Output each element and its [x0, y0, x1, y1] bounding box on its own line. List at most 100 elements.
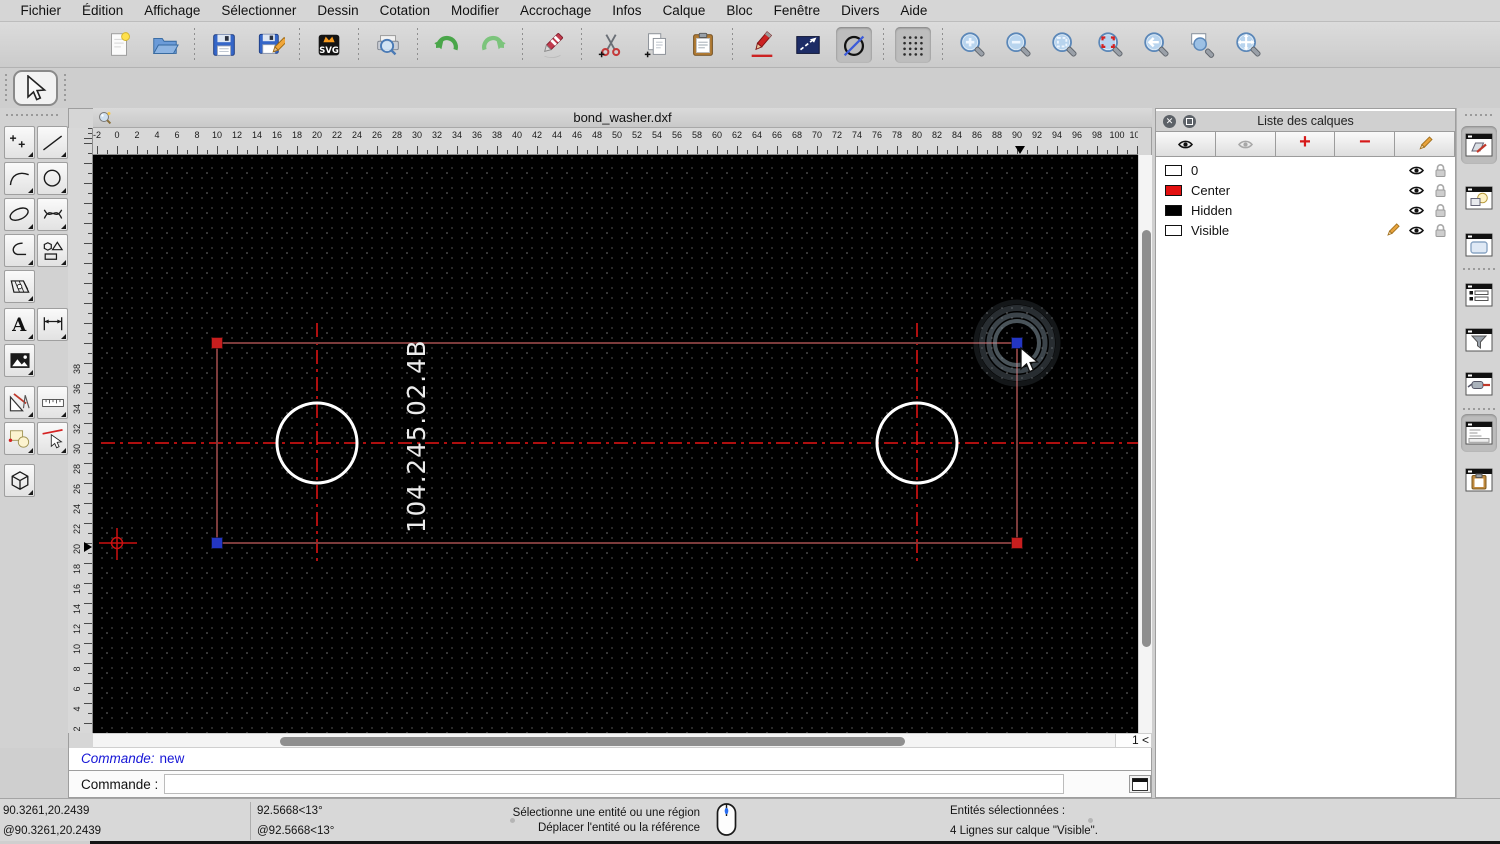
ellipse-tool-button[interactable] — [4, 198, 35, 231]
horizontal-scrollbar[interactable] — [93, 733, 1115, 748]
add-layer-button[interactable]: + — [1275, 131, 1336, 157]
layer-row-center[interactable]: Center — [1156, 180, 1455, 200]
zoom-pan-button[interactable] — [1230, 27, 1266, 63]
layer-color-swatch[interactable] — [1165, 225, 1182, 236]
spline-tool-button[interactable] — [37, 198, 68, 231]
polygon-tool-button[interactable] — [37, 234, 68, 267]
layer-panel-titlebar[interactable]: Liste des calques ✕ — [1156, 111, 1455, 131]
hatch-tool-button[interactable] — [4, 270, 35, 303]
command-widget-dock-button[interactable] — [1461, 414, 1497, 452]
selection-filter-dock-button[interactable] — [1461, 321, 1497, 359]
dimension-tool-button[interactable] — [37, 308, 68, 341]
menu-dessin[interactable]: Dessin — [307, 0, 369, 22]
modify-tool-button[interactable] — [37, 422, 68, 455]
image-tool-button[interactable] — [4, 344, 35, 377]
edit-pen-button[interactable] — [744, 27, 780, 63]
library-browser-dock-button[interactable] — [1461, 226, 1497, 264]
entity-list-dock-button[interactable] — [1461, 276, 1497, 314]
menu-infos[interactable]: Infos — [602, 0, 652, 22]
block-list-dock-button[interactable] — [1461, 179, 1497, 217]
layer-visibility-eye-icon[interactable] — [1407, 224, 1425, 237]
line-tool-button[interactable] — [37, 126, 68, 159]
ruler-tool-tool-button[interactable] — [37, 386, 68, 419]
circle-tool-button[interactable] — [37, 162, 68, 195]
menu-calque[interactable]: Calque — [652, 0, 716, 22]
entity-handle[interactable] — [212, 338, 223, 349]
menu-selectionner[interactable]: Sélectionner — [211, 0, 307, 22]
command-input[interactable] — [164, 774, 1064, 794]
layer-color-swatch[interactable] — [1165, 205, 1182, 216]
open-file-button[interactable] — [147, 27, 183, 63]
export-svg-button[interactable]: SVG — [311, 27, 347, 63]
menu-bloc[interactable]: Bloc — [716, 0, 763, 22]
layer-list-dock-button[interactable] — [1461, 126, 1497, 164]
line-attributes-button[interactable] — [790, 27, 826, 63]
redo-button[interactable] — [475, 27, 511, 63]
grid-toggle-button[interactable] — [895, 27, 931, 63]
zoom-in-button[interactable] — [954, 27, 990, 63]
save-as-button[interactable] — [252, 27, 288, 63]
selection-tool-button[interactable] — [13, 70, 58, 106]
zoom-out-button[interactable] — [1000, 27, 1036, 63]
layer-lock-icon[interactable] — [1431, 223, 1449, 238]
menu-aide[interactable]: Aide — [890, 0, 938, 22]
remove-layer-button[interactable]: − — [1334, 131, 1395, 157]
command-window-toggle-button[interactable] — [1129, 775, 1151, 793]
annotation-text[interactable]: 104.245.02.4B — [402, 340, 431, 533]
menu-cotation[interactable]: Cotation — [369, 0, 440, 22]
menu-fichier[interactable]: Fichier — [10, 0, 72, 22]
horizontal-scrollbar-thumb[interactable] — [280, 737, 905, 746]
layer-row-hidden[interactable]: Hidden — [1156, 200, 1455, 220]
zoom-auto-button[interactable] — [1046, 27, 1082, 63]
menu-accrochage[interactable]: Accrochage — [509, 0, 601, 22]
menu-divers[interactable]: Divers — [831, 0, 890, 22]
layer-color-swatch[interactable] — [1165, 185, 1182, 196]
float-panel-icon[interactable] — [1183, 115, 1196, 128]
zoom-window-button[interactable] — [1184, 27, 1220, 63]
entity-handle[interactable] — [212, 538, 223, 549]
paste-button[interactable] — [685, 27, 721, 63]
pen-toolbar-dock-button[interactable] — [1461, 365, 1497, 403]
menu-fenetre[interactable]: Fenêtre — [763, 0, 831, 22]
text-tool-button[interactable]: A — [4, 308, 35, 341]
undo-button[interactable] — [429, 27, 465, 63]
menu-modifier[interactable]: Modifier — [440, 0, 509, 22]
close-icon[interactable]: ✕ — [1163, 115, 1176, 128]
cut-button[interactable] — [593, 27, 629, 63]
clipboard-panel-dock-button[interactable] — [1461, 461, 1497, 499]
entity-handle[interactable] — [1012, 538, 1023, 549]
layer-row-visible[interactable]: Visible — [1156, 220, 1455, 240]
layer-lock-icon[interactable] — [1431, 183, 1449, 198]
measure-tool-button[interactable] — [4, 386, 35, 419]
menu-affichage[interactable]: Affichage — [134, 0, 211, 22]
layer-visibility-eye-icon[interactable] — [1407, 164, 1425, 177]
layer-visibility-eye-icon[interactable] — [1407, 204, 1425, 217]
arc-tool-button[interactable] — [4, 162, 35, 195]
zoom-previous-button[interactable] — [1138, 27, 1174, 63]
vertical-scrollbar-thumb[interactable] — [1142, 230, 1151, 647]
layer-lock-icon[interactable] — [1431, 203, 1449, 218]
new-document-button[interactable] — [101, 27, 137, 63]
layer-visibility-eye-icon[interactable] — [1407, 184, 1425, 197]
delete-entities-button[interactable] — [534, 27, 570, 63]
box3d-tool-button[interactable] — [4, 464, 35, 497]
print-preview-button[interactable] — [370, 27, 406, 63]
polyline-tool-button[interactable] — [4, 234, 35, 267]
construction-mode-button[interactable] — [836, 27, 872, 63]
save-button[interactable] — [206, 27, 242, 63]
vertical-scrollbar[interactable] — [1138, 155, 1152, 733]
document-titlebar[interactable]: bond_washer.dxf — [93, 108, 1152, 128]
entity-handle[interactable] — [1012, 338, 1023, 349]
edit-layer-button[interactable] — [1394, 131, 1455, 157]
layer-color-swatch[interactable] — [1165, 165, 1182, 176]
zoom-selection-button[interactable] — [1092, 27, 1128, 63]
layer-row-0[interactable]: 0 — [1156, 160, 1455, 180]
show-all-eye-button[interactable] — [1155, 131, 1216, 157]
layer-lock-icon[interactable] — [1431, 163, 1449, 178]
drawing-canvas[interactable]: 104.245.02.4B — [93, 155, 1138, 733]
draw-order-tool-button[interactable] — [4, 422, 35, 455]
menu-edition[interactable]: Édition — [72, 0, 134, 22]
points-tool-button[interactable] — [4, 126, 35, 159]
hide-all-eye-button[interactable] — [1215, 131, 1276, 157]
copy-button[interactable] — [639, 27, 675, 63]
